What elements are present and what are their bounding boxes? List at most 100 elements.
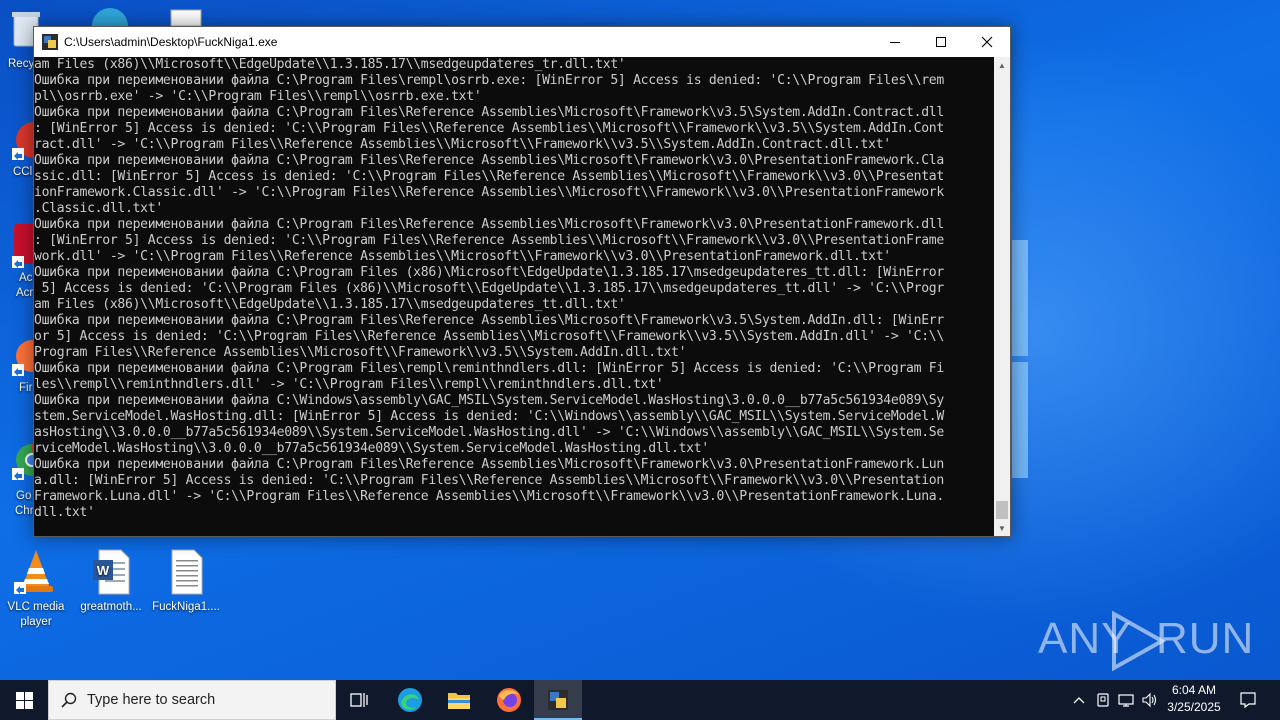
console-line: Ошибка при переименовании файла C:\Progr… (34, 457, 944, 472)
desktop-icon-label: Fir (19, 382, 33, 394)
desktop-icon-label: Chr (15, 505, 34, 517)
desktop-icon-label: Ac (19, 272, 33, 284)
firefox-icon (12, 340, 48, 376)
taskbar-edge[interactable] (386, 680, 434, 720)
tray-volume-icon[interactable] (1139, 680, 1161, 720)
volume-icon (1142, 692, 1157, 708)
console-line: Ошибка при переименовании файла C:\Progr… (34, 105, 944, 120)
console-line: am Files (x86)\\Microsoft\\EdgeUpdate\\1… (34, 57, 626, 72)
word-document-icon: W (93, 549, 130, 595)
text-file-icon (171, 549, 203, 595)
desktop-icon-label: Go (16, 490, 32, 502)
console-line: asHosting\\3.0.0.0__b77a5c561934e089\\Sy… (34, 425, 944, 440)
console-line: pl\\osrrb.exe' -> 'C:\\Program Files\\re… (34, 89, 482, 104)
edge-icon (92, 8, 128, 26)
console-line: a.dll: [WinError 5] Access is denied: 'C… (34, 473, 944, 488)
console-line: 5] Access is denied: 'C:\\Program Files … (34, 281, 945, 296)
acrobat-icon (12, 224, 36, 268)
scroll-down-arrow-icon[interactable]: ▼ (994, 520, 1010, 536)
document-icon (170, 9, 202, 27)
anyrun-watermark: ANY RUN (1038, 608, 1253, 672)
console-line: Ошибка при переименовании файла C:\Progr… (34, 313, 944, 328)
watermark-text-run: RUN (1156, 614, 1255, 663)
chrome-icon (12, 443, 48, 480)
console-line: rviceModel.WasHosting\\3.0.0.0__b77a5c56… (34, 441, 709, 456)
desktop-icon-word-doc[interactable]: W greatmoth... (75, 548, 147, 615)
search-icon (61, 692, 77, 708)
close-button[interactable] (964, 27, 1010, 57)
desktop-icon-chrome[interactable]: Go Chr (10, 438, 48, 517)
console-titlebar[interactable]: C:\Users\admin\Desktop\FuckNiga1.exe (34, 27, 1010, 57)
desktop-icon-label: VLC media player (7, 601, 65, 628)
task-view-icon (350, 693, 368, 707)
notification-icon (1240, 692, 1256, 709)
console-line: les\\rempl\\reminthndlers.dll' -> 'C:\\P… (34, 377, 664, 392)
console-line: Ошибка при переименовании файла C:\Progr… (34, 153, 944, 168)
console-line: ionFramework.Classic.dll' -> 'C:\\Progra… (34, 185, 944, 200)
action-center-button[interactable] (1234, 680, 1262, 720)
console-line: Ошибка при переименовании файла C:\Progr… (34, 361, 944, 376)
console-line: Ошибка при переименовании файла C:\Windo… (34, 393, 944, 408)
clock-date: 3/25/2025 (1167, 700, 1221, 714)
console-app-icon (42, 34, 58, 50)
chevron-up-icon (1073, 697, 1085, 704)
desktop-icon-label: greatmoth... (80, 601, 142, 613)
tray-network-icon[interactable] (1115, 680, 1137, 720)
scroll-up-arrow-icon[interactable]: ▲ (994, 57, 1010, 73)
console-output[interactable]: am Files (x86)\\Microsoft\\EdgeUpdate\\1… (34, 57, 994, 537)
minimize-button[interactable] (872, 27, 918, 57)
minimize-icon (890, 42, 900, 43)
console-line: : [WinError 5] Access is denied: 'C:\\Pr… (34, 233, 944, 248)
device-icon (1097, 693, 1109, 707)
console-line: ssic.dll: [WinError 5] Access is denied:… (34, 169, 944, 184)
start-button[interactable] (0, 680, 48, 720)
console-line: stem.ServiceModel.WasHosting.dll: [WinEr… (34, 409, 944, 424)
ccleaner-icon (12, 122, 52, 160)
svg-text:W: W (97, 563, 110, 578)
desktop-icon-label: Recy (8, 58, 35, 70)
console-line: work.dll' -> 'C:\\Program Files\\Referen… (34, 249, 891, 264)
console-app-icon (548, 690, 568, 710)
tray-device-icon[interactable] (1092, 680, 1114, 720)
clock-time: 6:04 AM (1171, 683, 1217, 697)
taskbar-firefox[interactable] (485, 680, 533, 720)
console-line: .Classic.dll.txt' (34, 201, 163, 216)
console-line: Framework.Luna.dll' -> 'C:\\Program File… (34, 489, 944, 504)
desktop-icon-exe-file[interactable]: FuckNiga1.... (150, 548, 222, 615)
desktop-icon-vlc[interactable]: VLC media player (0, 548, 72, 630)
taskbar-file-explorer[interactable] (435, 680, 483, 720)
taskbar: Type here to search 6:04 AM 3/25/2025 (0, 680, 1280, 720)
desktop-icon-ccleaner[interactable]: CCl (10, 118, 52, 178)
search-placeholder: Type here to search (87, 692, 216, 708)
desktop-icon-label: FuckNiga1.... (152, 601, 220, 613)
console-line: or 5] Access is denied: 'C:\\Program Fil… (34, 329, 944, 344)
maximize-button[interactable] (918, 27, 964, 57)
console-line: ract.dll' -> 'C:\\Program Files\\Referen… (34, 137, 891, 152)
windows-logo-glow (1012, 240, 1030, 480)
console-scrollbar[interactable]: ▲ ▼ (994, 57, 1010, 536)
windows-start-icon (15, 691, 33, 709)
close-icon (981, 36, 993, 48)
desktop-icon-acrobat[interactable]: Ac Acr (10, 224, 36, 299)
folder-icon (448, 693, 470, 709)
taskbar-search-box[interactable]: Type here to search (48, 680, 336, 720)
task-view-button[interactable] (336, 680, 384, 720)
console-line: Ошибка при переименовании файла C:\Progr… (34, 73, 944, 88)
desktop-icon-firefox[interactable]: Fir (10, 336, 48, 394)
vlc-icon (14, 550, 53, 594)
network-icon (1118, 694, 1134, 707)
console-line: dll.txt' (34, 505, 95, 520)
console-line: Ошибка при переименовании файла C:\Progr… (34, 265, 944, 280)
taskbar-clock[interactable]: 6:04 AM 3/25/2025 (1160, 682, 1228, 716)
console-line: Program Files\\Reference Assemblies\\Mic… (34, 345, 687, 360)
firefox-icon (497, 688, 521, 712)
taskbar-console-app[interactable] (534, 680, 582, 720)
console-line: am Files (x86)\\Microsoft\\EdgeUpdate\\1… (34, 297, 626, 312)
console-window[interactable]: C:\Users\admin\Desktop\FuckNiga1.exe am … (33, 26, 1011, 537)
desktop-icon-label: CCl (13, 166, 33, 178)
console-line: : [WinError 5] Access is denied: 'C:\\Pr… (34, 121, 944, 136)
tray-show-hidden-icons[interactable] (1068, 680, 1090, 720)
scrollbar-thumb[interactable] (996, 501, 1008, 519)
console-line: Ошибка при переименовании файла C:\Progr… (34, 217, 944, 232)
console-title: C:\Users\admin\Desktop\FuckNiga1.exe (64, 35, 278, 49)
